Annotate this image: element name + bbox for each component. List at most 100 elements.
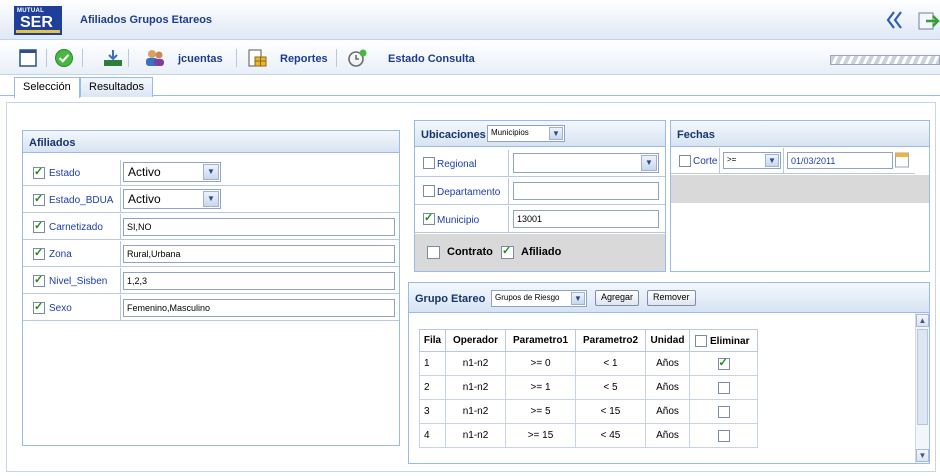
chevron-down-icon[interactable]: ▼ xyxy=(203,191,219,207)
tab-resultados[interactable]: Resultados xyxy=(80,77,154,97)
contract-affiliate-bar: Contrato Afiliado xyxy=(415,234,665,271)
chevron-down-icon[interactable]: ▼ xyxy=(641,155,657,171)
chevron-down-icon[interactable]: ▼ xyxy=(571,292,585,305)
table-row: 2 n1-n2 >= 1 < 5 Años xyxy=(419,375,758,400)
departamento-checkbox[interactable] xyxy=(423,185,435,197)
municipio-checkbox[interactable] xyxy=(423,211,435,225)
cell-fila: 1 xyxy=(419,351,446,376)
table-row: 4 n1-n2 >= 15 < 45 Años xyxy=(419,423,758,448)
cell-parametro2: < 45 xyxy=(575,423,646,448)
export-excel-icon[interactable] xyxy=(102,48,124,68)
col-header-parametro2: Parametro2 xyxy=(575,329,646,352)
cell-unidad: Años xyxy=(645,399,690,424)
cell-unidad: Años xyxy=(645,375,690,400)
carnetizado-checkbox[interactable] xyxy=(33,219,45,233)
afiliado-label: Afiliado xyxy=(521,246,562,258)
cell-fila: 2 xyxy=(419,375,446,400)
scroll-thumb[interactable] xyxy=(917,329,928,425)
fechas-title-text: Fechas xyxy=(677,129,715,141)
loading-progress-bar xyxy=(830,55,940,65)
corte-label: Corte xyxy=(693,156,718,167)
query-status-icon[interactable] xyxy=(346,48,368,68)
regional-label: Regional xyxy=(437,159,477,170)
cell-parametro1: >= 5 xyxy=(505,399,576,424)
col-header-operador: Operador xyxy=(445,329,506,352)
reportes-button[interactable]: Reportes xyxy=(280,53,328,65)
app-title: Afiliados Grupos Etareos xyxy=(80,14,213,26)
chevron-down-icon[interactable]: ▼ xyxy=(549,127,563,140)
eliminar-row-checkbox[interactable] xyxy=(717,406,730,418)
eliminar-all-checkbox[interactable] xyxy=(695,335,707,347)
cell-operador: n1-n2 xyxy=(445,351,506,376)
cell-eliminar xyxy=(689,351,758,376)
carnetizado-input[interactable]: SI,NO xyxy=(123,218,395,236)
estado-bdua-select[interactable]: Activo ▼ xyxy=(123,189,221,209)
chevron-down-icon[interactable]: ▼ xyxy=(765,154,779,167)
app-header: MUTUAL SER Afiliados Grupos Etareos xyxy=(0,0,940,40)
filter-label-cell: Carnetizado xyxy=(23,214,121,240)
location-row-municipio: Municipio 13001 xyxy=(415,206,665,233)
grupo-etareo-panel-title: Grupo Etareo Grupos de Riesgo ▼ Agregar … xyxy=(409,283,929,313)
grid-vertical-scrollbar[interactable]: ▲ ▼ xyxy=(915,313,929,463)
estado-bdua-checkbox[interactable] xyxy=(33,192,45,206)
estado-select[interactable]: Activo ▼ xyxy=(123,162,221,182)
grupo-etareo-select[interactable]: Grupos de Riesgo ▼ xyxy=(491,290,587,307)
toolbar-separator xyxy=(128,49,129,67)
ubicaciones-type-select[interactable]: Municipios ▼ xyxy=(487,125,565,142)
zona-input[interactable]: Rural,Urbana xyxy=(123,245,395,263)
regional-select[interactable]: ▼ xyxy=(513,153,659,173)
corte-date-input[interactable]: 01/03/2011 xyxy=(787,152,893,169)
tab-seleccion[interactable]: Selección xyxy=(14,77,80,98)
sexo-input[interactable]: Femenino,Masculino xyxy=(123,299,395,317)
toolbar-separator xyxy=(336,49,337,67)
filter-row-carnetizado: Carnetizado SI,NO xyxy=(23,214,399,240)
scroll-up-icon[interactable]: ▲ xyxy=(916,314,929,327)
cuentas-button[interactable]: jcuentas xyxy=(178,53,223,65)
nivel-sisben-input[interactable]: 1,2,3 xyxy=(123,272,395,290)
contrato-label: Contrato xyxy=(447,246,493,258)
afiliado-checkbox[interactable] xyxy=(501,244,514,259)
chevron-down-icon[interactable]: ▼ xyxy=(203,164,219,180)
logo-stripe xyxy=(16,30,60,33)
cell-eliminar xyxy=(689,375,758,400)
col-header-parametro1: Parametro1 xyxy=(505,329,576,352)
contrato-checkbox[interactable] xyxy=(427,246,440,259)
cell-operador: n1-n2 xyxy=(445,399,506,424)
estado-consulta-button[interactable]: Estado Consulta xyxy=(388,53,475,65)
cell-unidad: Años xyxy=(645,351,690,376)
location-row-regional: Regional ▼ xyxy=(415,150,665,177)
accept-check-icon[interactable] xyxy=(54,48,74,68)
afiliados-panel-title: Afiliados xyxy=(23,131,399,153)
sexo-checkbox[interactable] xyxy=(33,300,45,314)
new-document-icon[interactable] xyxy=(18,48,38,68)
calendar-icon[interactable] xyxy=(895,152,909,168)
agregar-button[interactable]: Agregar xyxy=(595,290,640,306)
remover-button[interactable]: Remover xyxy=(647,290,696,306)
afiliados-panel: Afiliados Estado Activo ▼ Estado_BDUA Ac… xyxy=(22,130,400,446)
users-icon[interactable] xyxy=(144,48,166,68)
table-header-row: Fila Operador Parametro1 Parametro2 Unid… xyxy=(419,329,758,352)
zona-checkbox[interactable] xyxy=(33,246,45,260)
estado-label: Estado xyxy=(49,168,81,179)
nivel-sisben-checkbox[interactable] xyxy=(33,273,45,287)
cell-operador: n1-n2 xyxy=(445,375,506,400)
scroll-down-icon[interactable]: ▼ xyxy=(916,449,929,462)
toolbar: jcuentas Reportes Estado Consulta xyxy=(0,41,940,75)
grupo-etareo-panel: Grupo Etareo Grupos de Riesgo ▼ Agregar … xyxy=(408,282,930,464)
estado-checkbox[interactable] xyxy=(33,165,45,179)
corte-checkbox[interactable] xyxy=(679,155,691,167)
eliminar-row-checkbox[interactable] xyxy=(717,356,730,370)
filter-row-zona: Zona Rural,Urbana xyxy=(23,241,399,267)
regional-checkbox[interactable] xyxy=(423,157,435,169)
eliminar-row-checkbox[interactable] xyxy=(717,382,730,394)
grupo-etareo-table: Fila Operador Parametro1 Parametro2 Unid… xyxy=(419,329,758,448)
municipio-input[interactable]: 13001 xyxy=(513,210,659,228)
eliminar-row-checkbox[interactable] xyxy=(717,430,730,442)
corte-operator-select[interactable]: >= ▼ xyxy=(723,152,781,169)
reports-icon[interactable] xyxy=(246,48,268,68)
back-double-chevron-icon[interactable] xyxy=(884,9,906,31)
table-row: 1 n1-n2 >= 0 < 1 Años xyxy=(419,351,758,376)
col-header-unidad: Unidad xyxy=(645,329,690,352)
exit-icon[interactable] xyxy=(918,11,940,31)
departamento-input[interactable] xyxy=(513,182,659,200)
